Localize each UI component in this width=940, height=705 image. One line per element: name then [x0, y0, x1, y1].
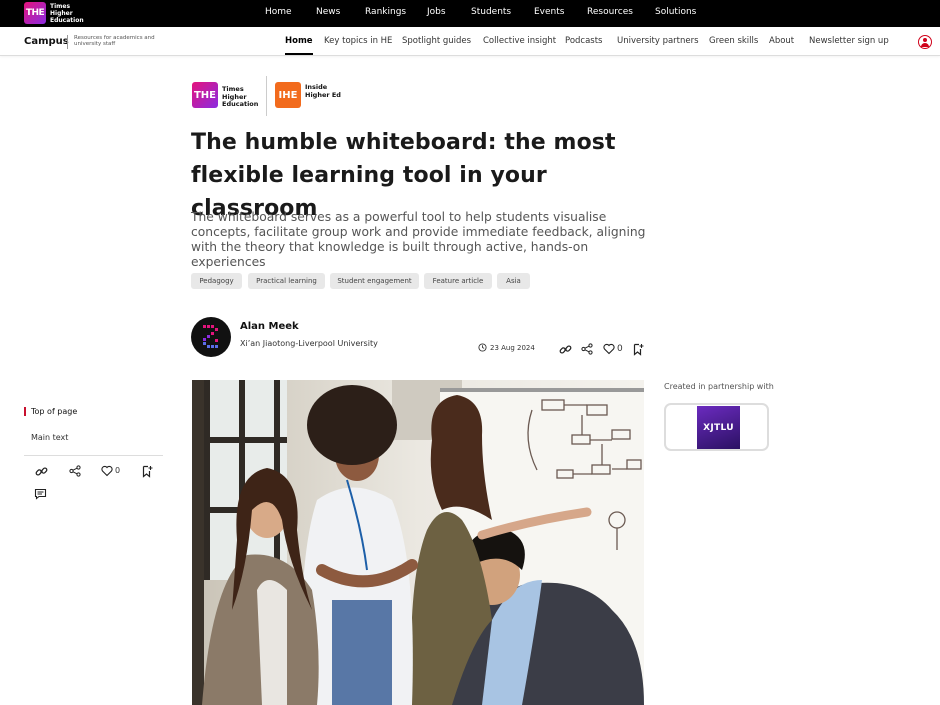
partner-divider — [266, 76, 267, 116]
sidebar-like-heart-icon[interactable] — [100, 464, 114, 478]
partner-card[interactable]: XJTLU — [664, 403, 769, 451]
the-partner-logo: THE — [192, 82, 218, 108]
hero-image — [192, 380, 644, 705]
the-logo[interactable]: THE — [24, 2, 46, 24]
clock-icon — [478, 343, 487, 352]
date-text: 23 Aug 2024 — [490, 343, 535, 352]
subnav-home[interactable]: Home — [285, 36, 313, 55]
top-nav-students[interactable]: Students — [471, 0, 511, 25]
subnav-podcasts[interactable]: Podcasts — [565, 36, 603, 46]
campus-brand[interactable]: Campus — [24, 36, 69, 47]
ihe-partner-logo: IHE — [275, 82, 301, 108]
tag-feature-article[interactable]: Feature article — [424, 273, 492, 289]
tag-practical-learning[interactable]: Practical learning — [248, 273, 325, 289]
the-logo-text[interactable]: Times Higher Education — [50, 3, 90, 24]
tag-student-engagement[interactable]: Student engagement — [330, 273, 419, 289]
author-avatar[interactable] — [191, 317, 231, 357]
toc-divider — [24, 455, 163, 456]
like-count: 0 — [617, 344, 623, 354]
top-nav-jobs[interactable]: Jobs — [427, 0, 446, 25]
comment-icon[interactable] — [33, 487, 47, 501]
brand-divider — [67, 35, 68, 49]
the-partner-text: Times Higher Education — [222, 85, 259, 108]
top-nav-resources[interactable]: Resources — [587, 0, 633, 25]
top-nav-rankings[interactable]: Rankings — [365, 0, 406, 25]
sidebar-bookmark-add-icon[interactable] — [140, 464, 154, 478]
copy-link-icon[interactable] — [558, 342, 572, 356]
subnav-collective-insight[interactable]: Collective insight — [483, 36, 556, 46]
sidebar-like-count: 0 — [115, 466, 121, 475]
bookmark-add-icon[interactable] — [631, 342, 645, 356]
subnav-spotlight-guides[interactable]: Spotlight guides — [402, 36, 471, 46]
campus-subnav-bar: Campus Resources for academics and unive… — [0, 27, 940, 56]
ihe-partner-text: Inside Higher Ed — [305, 83, 341, 99]
tag-asia[interactable]: Asia — [497, 273, 530, 289]
toc-main-text[interactable]: Main text — [31, 433, 68, 442]
top-nav-events[interactable]: Events — [534, 0, 564, 25]
top-navigation-bar: THE Times Higher Education Home News Ran… — [0, 0, 940, 27]
like-heart-icon[interactable] — [602, 342, 616, 356]
xjtlu-logo[interactable]: XJTLU — [697, 406, 740, 449]
author-affiliation: Xi’an Jiaotong-Liverpool University — [240, 339, 378, 348]
top-nav-news[interactable]: News — [316, 0, 340, 25]
share-icon[interactable] — [580, 342, 594, 356]
top-nav-home[interactable]: Home — [265, 0, 292, 25]
subnav-green-skills[interactable]: Green skills — [709, 36, 758, 46]
sidebar-share-icon[interactable] — [68, 464, 82, 478]
top-nav-solutions[interactable]: Solutions — [655, 0, 696, 25]
subnav-about[interactable]: About — [769, 36, 794, 46]
author-name[interactable]: Alan Meek — [240, 321, 299, 332]
toc-top-of-page[interactable]: Top of page — [24, 407, 77, 416]
publish-date: 23 Aug 2024 — [478, 343, 535, 352]
sidebar-copy-link-icon[interactable] — [34, 464, 48, 478]
user-account-icon[interactable] — [918, 35, 932, 49]
subnav-key-topics[interactable]: Key topics in HE — [324, 36, 392, 46]
subnav-newsletter-signup[interactable]: Newsletter sign up — [809, 36, 889, 46]
campus-tagline: Resources for academics and university s… — [74, 35, 155, 47]
article-standfirst: The whiteboard serves as a powerful tool… — [191, 210, 646, 269]
tag-pedagogy[interactable]: Pedagogy — [191, 273, 242, 289]
partner-label: Created in partnership with — [664, 382, 774, 391]
subnav-university-partners[interactable]: University partners — [617, 36, 699, 46]
